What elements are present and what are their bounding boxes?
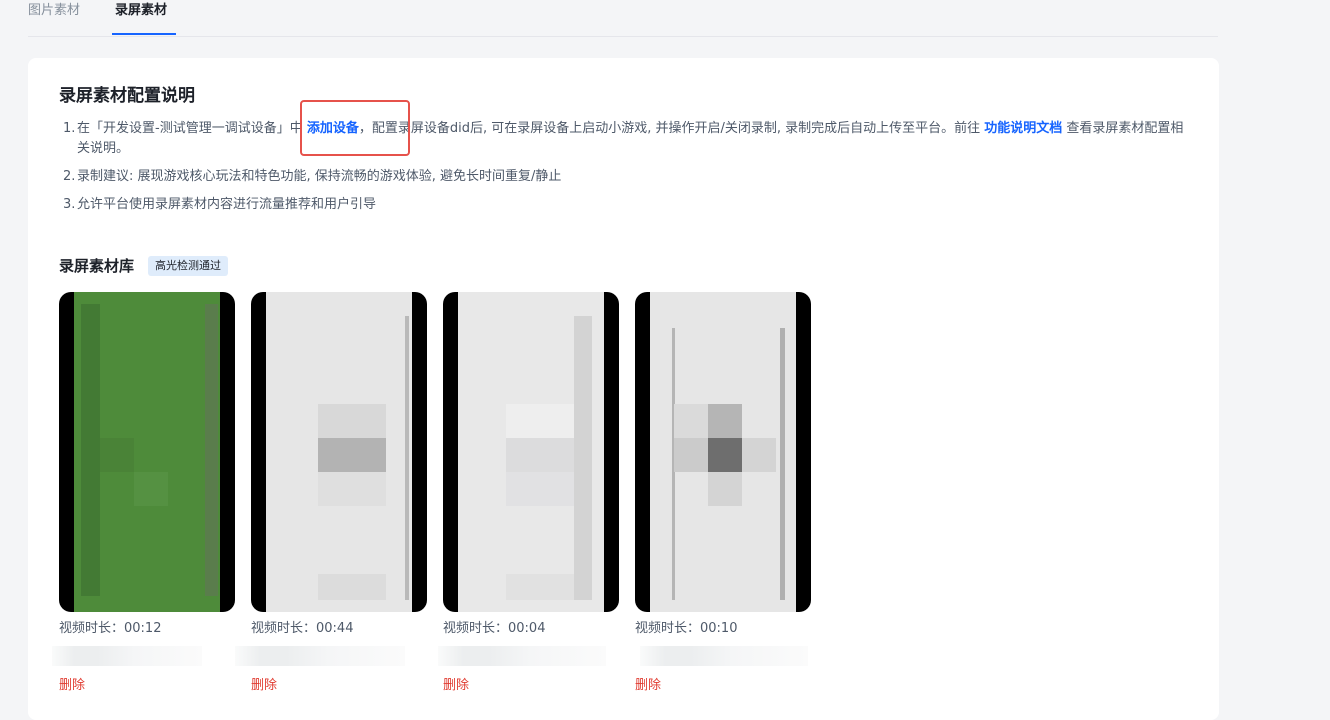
guide-item-number: 1. [63,121,76,136]
highlight-annotation-box [300,100,410,156]
guide-title: 录屏素材配置说明 [59,86,195,106]
video-preview [266,292,412,612]
video-preview [74,292,220,612]
video-thumbnail[interactable] [59,292,235,612]
guide-item-3: 3. 允许平台使用录屏素材内容进行流量推荐和用户引导 [59,195,1189,215]
video-thumbnail[interactable] [635,292,811,612]
active-tab-indicator [112,33,176,35]
video-preview [458,292,604,612]
library-title: 录屏素材库 [59,257,135,275]
video-duration: 视频时长：00:10 [635,621,738,636]
delete-video-button[interactable]: 删除 [59,678,85,694]
guide-item-number: 3. [63,197,76,212]
blurred-video-info [235,646,405,666]
delete-video-button[interactable]: 删除 [635,678,661,694]
content-card: 录屏素材配置说明 1. 在「开发设置-测试管理一调试设备」中 添加设备，配置录屏设… [28,58,1219,720]
tab-image-material[interactable]: 图片素材 [28,3,80,19]
video-thumbnail[interactable] [251,292,427,612]
material-tabs: 图片素材 录屏素材 [28,0,1218,37]
blurred-video-info [640,646,808,666]
guide-text: 在「开发设置-测试管理一调试设备」中 [77,121,307,136]
video-preview [650,292,796,612]
blurred-video-info [52,646,202,666]
video-duration: 视频时长：00:12 [59,621,162,636]
guide-text: 允许平台使用录屏素材内容进行流量推荐和用户引导 [77,197,377,212]
guide-text: 录制建议: 展现游戏核心玩法和特色功能, 保持流畅的游戏体验, 避免长时间重复/… [77,169,562,184]
video-thumbnail[interactable] [443,292,619,612]
delete-video-button[interactable]: 删除 [443,678,469,694]
guide-item-2: 2. 录制建议: 展现游戏核心玩法和特色功能, 保持流畅的游戏体验, 避免长时间重… [59,167,1189,187]
tab-screen-recording-material[interactable]: 录屏素材 [115,3,167,19]
delete-video-button[interactable]: 删除 [251,678,277,694]
guide-list: 1. 在「开发设置-测试管理一调试设备」中 添加设备，配置录屏设备did后, 可在… [59,119,1189,223]
guide-text: ，配置录屏设备did后, 可在录屏设备上启动小游戏, 并操作开启/关闭录制, 录… [358,121,985,136]
highlight-check-badge: 高光检测通过 [148,256,228,276]
guide-item-number: 2. [63,169,76,184]
blurred-video-info [438,646,606,666]
video-duration: 视频时长：00:04 [443,621,546,636]
guide-item-1: 1. 在「开发设置-测试管理一调试设备」中 添加设备，配置录屏设备did后, 可在… [59,119,1189,159]
video-duration: 视频时长：00:44 [251,621,354,636]
feature-doc-link[interactable]: 功能说明文档 [984,121,1062,136]
